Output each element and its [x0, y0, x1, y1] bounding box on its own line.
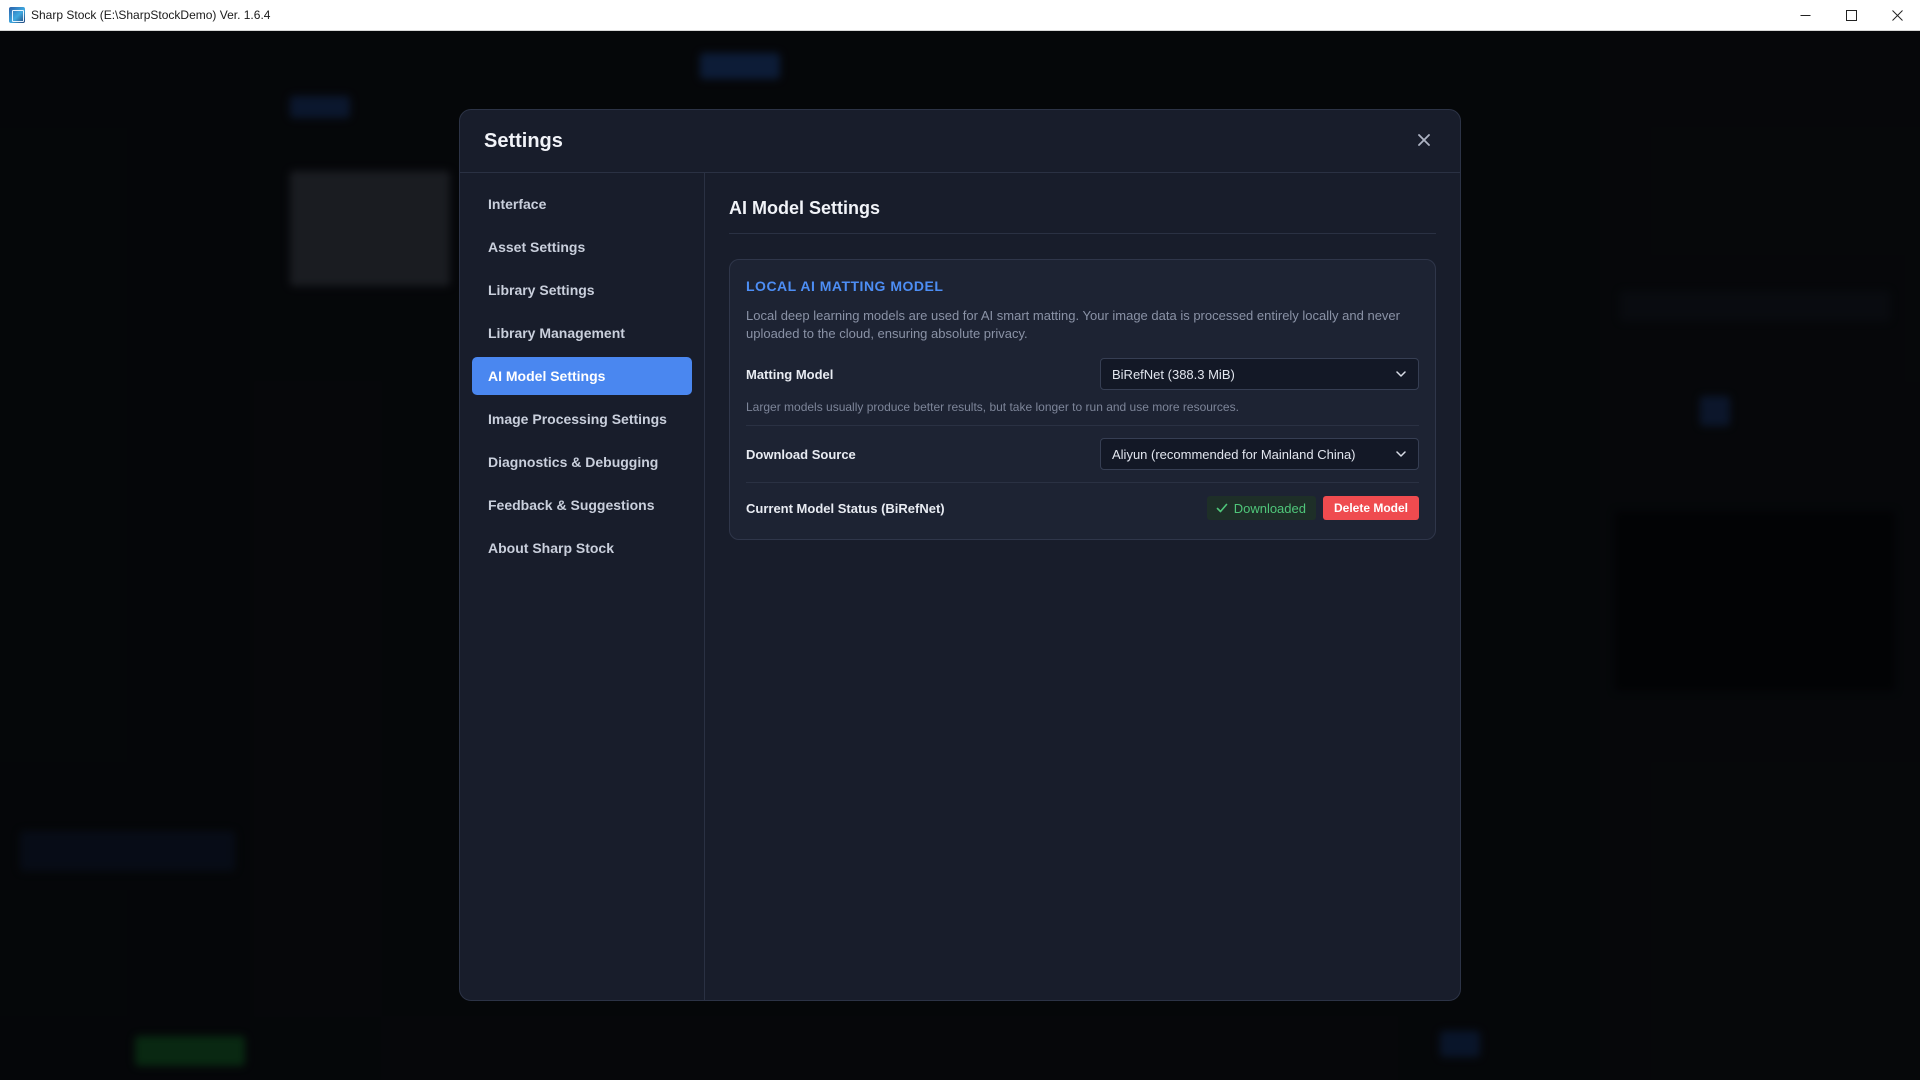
downloaded-badge: Downloaded — [1206, 496, 1316, 520]
model-status-row: Current Model Status (BiRefNet) Download… — [746, 483, 1419, 533]
matting-model-hint: Larger models usually produce better res… — [746, 400, 1239, 414]
nav-item-about[interactable]: About Sharp Stock — [472, 529, 692, 567]
maximize-icon — [1845, 10, 1857, 21]
window-titlebar: Sharp Stock (E:\SharpStockDemo) Ver. 1.6… — [0, 0, 1920, 31]
matting-model-label: Matting Model — [746, 366, 834, 382]
card-title: LOCAL AI MATTING MODEL — [746, 278, 944, 294]
settings-nav: Interface Asset Settings Library Setting… — [460, 173, 705, 1000]
download-source-value: Aliyun (recommended for Mainland China) — [1112, 446, 1356, 462]
matting-model-select[interactable]: BiRefNet (388.3 MiB) — [1100, 358, 1419, 390]
nav-item-library-settings[interactable]: Library Settings — [472, 271, 692, 309]
maximize-button[interactable] — [1828, 0, 1874, 31]
close-icon — [1891, 10, 1903, 21]
delete-model-button[interactable]: Delete Model — [1322, 496, 1419, 520]
chevron-down-icon — [1396, 451, 1406, 457]
check-icon — [1216, 503, 1228, 513]
nav-item-image-processing[interactable]: Image Processing Settings — [472, 400, 692, 438]
matting-model-row: Matting Model BiRefNet (388.3 MiB) — [746, 358, 1419, 390]
matting-model-value: BiRefNet (388.3 MiB) — [1112, 366, 1235, 382]
dialog-close-button[interactable] — [1414, 130, 1434, 150]
download-source-row: Download Source Aliyun (recommended for … — [746, 426, 1419, 482]
nav-item-library-management[interactable]: Library Management — [472, 314, 692, 352]
minimize-icon — [1800, 15, 1810, 16]
chevron-down-icon — [1396, 371, 1406, 377]
nav-item-feedback[interactable]: Feedback & Suggestions — [472, 486, 692, 524]
nav-item-diagnostics[interactable]: Diagnostics & Debugging — [472, 443, 692, 481]
nav-item-interface[interactable]: Interface — [472, 185, 692, 223]
window-controls — [1782, 0, 1920, 31]
close-icon — [1418, 134, 1430, 146]
settings-content: AI Model Settings LOCAL AI MATTING MODEL… — [705, 173, 1460, 1000]
nav-item-ai-model-settings[interactable]: AI Model Settings — [472, 357, 692, 395]
model-status-actions: Downloaded Delete Model — [1206, 496, 1419, 520]
app-logo-icon — [9, 7, 25, 23]
matting-model-card: LOCAL AI MATTING MODEL Local deep learni… — [729, 259, 1436, 540]
settings-dialog: Settings Interface Asset Settings Librar… — [459, 109, 1461, 1001]
nav-item-asset-settings[interactable]: Asset Settings — [472, 228, 692, 266]
dialog-body: Interface Asset Settings Library Setting… — [460, 173, 1460, 1000]
card-description: Local deep learning models are used for … — [746, 308, 1400, 341]
section-title: AI Model Settings — [729, 198, 1436, 234]
minimize-button[interactable] — [1782, 0, 1828, 31]
window-title: Sharp Stock (E:\SharpStockDemo) Ver. 1.6… — [31, 8, 271, 22]
dialog-title: Settings — [484, 129, 563, 152]
window-close-button[interactable] — [1874, 0, 1920, 31]
dialog-header: Settings — [460, 110, 1460, 173]
downloaded-badge-label: Downloaded — [1233, 500, 1306, 516]
download-source-label: Download Source — [746, 446, 856, 462]
model-status-label: Current Model Status (BiRefNet) — [746, 500, 945, 516]
download-source-select[interactable]: Aliyun (recommended for Mainland China) — [1100, 438, 1419, 470]
